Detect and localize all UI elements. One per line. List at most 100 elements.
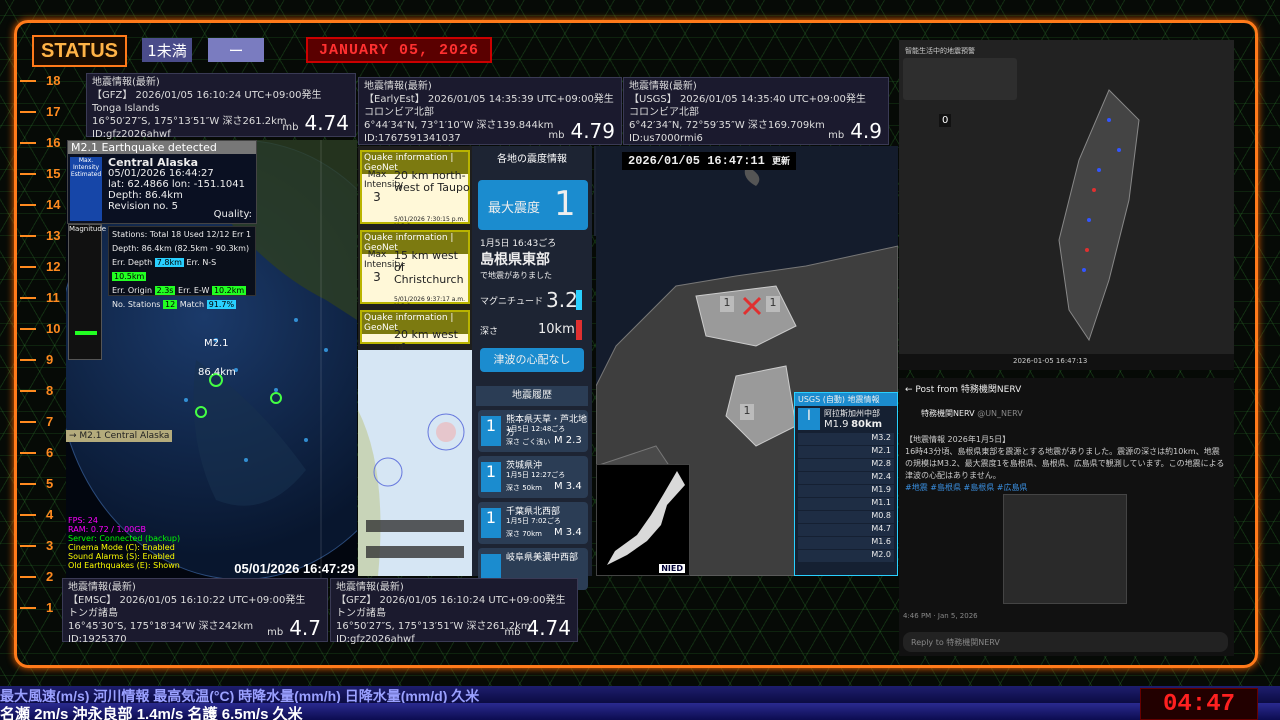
history-mag: M 3.4: [554, 527, 582, 538]
history-depth: 深さ ごく浅い: [506, 438, 551, 446]
usgs-row[interactable]: M1.1: [798, 498, 894, 510]
history-time: 1月5日 12:48ごろ: [506, 425, 566, 433]
ruler-tick-label: 17: [46, 104, 61, 119]
japan-outline: [607, 471, 685, 565]
alert-details: Central Alaska 05/01/2026 16:44:27 lat: …: [108, 156, 246, 212]
quake-mag: mb 4.79: [548, 119, 615, 143]
ruler-tick-label: 15: [46, 166, 61, 181]
ruler-tick-label: 14: [46, 197, 61, 212]
ruler-tick-mark: [20, 607, 36, 609]
history-title: 地震履歴: [476, 386, 588, 406]
usgs-intensity: I: [798, 408, 820, 430]
tw-time: 2026-01-05 16:47:13: [899, 354, 1234, 370]
tsunami-notice: 津波の心配なし: [480, 348, 584, 372]
date-display: JANUARY 05, 2026: [306, 37, 492, 63]
ruler-tick-mark: [20, 576, 36, 578]
taiwan-map[interactable]: [1039, 80, 1159, 360]
quake-time: 1月5日 16:43ごろ: [480, 239, 557, 249]
usgs-row[interactable]: M2.1: [798, 446, 894, 458]
history-time: 1月5日 12:27ごろ: [506, 471, 566, 479]
jp-intensity-panel: 各地の震度情報 最大震度 1 1月5日 16:43ごろ 島根県東部 で地震があり…: [472, 146, 592, 590]
tw-count: 0: [939, 114, 952, 127]
ruler-tick-label: 13: [46, 228, 61, 243]
quake-mag: mb 4.7: [267, 616, 321, 640]
quake-source: 【GFZ】 2026/01/05 16:10:24 UTC+09:00発生: [92, 90, 322, 101]
quake-box-earlyest: 地震情報(最新) 【EarlyEst】 2026/01/05 14:35:39 …: [358, 77, 622, 145]
status-label: STATUS: [32, 35, 127, 67]
history-intensity: 1: [481, 508, 501, 538]
quake-box-gfz-bottom: 地震情報(最新) 【GFZ】 2026/01/05 16:10:24 UTC+0…: [330, 578, 578, 645]
globe-timestamp: 05/01/2026 16:47:29: [234, 561, 355, 576]
reply-input[interactable]: Reply to 特務機関NERV: [903, 632, 1228, 652]
geonet-card[interactable]: Quake information | GeoNet 20 km west of: [360, 310, 470, 354]
ruler-tick-label: 7: [46, 414, 54, 429]
geonet-card[interactable]: Quake information | GeoNet Max Intensity…: [360, 230, 470, 310]
jp-panel-title: 各地の震度情報: [497, 154, 567, 165]
ruler-tick-label: 18: [46, 73, 61, 88]
post-time: 4:46 PM · Jan 5, 2026: [903, 612, 978, 620]
quake-title: 地震情報(最新): [629, 81, 697, 92]
usgs-row[interactable]: M3.2: [798, 433, 894, 445]
clock: 04:47: [1140, 688, 1258, 720]
ruler-tick-mark: [20, 545, 36, 547]
usgs-row[interactable]: M2.8: [798, 459, 894, 471]
usgs-title: USGS (自動) 地震情報: [795, 393, 897, 406]
ruler-tick-mark: [20, 390, 36, 392]
history-intensity: 1: [481, 462, 501, 492]
intensity-marker: 1: [720, 296, 734, 312]
history-item[interactable]: 1 熊本県天草・芦北地方 1月5日 12:48ごろ 深さ ごく浅い M 2.3: [478, 410, 588, 452]
ruler-tick-mark: [20, 173, 36, 175]
ruler-tick-label: 12: [46, 259, 61, 274]
alert-header: M2.1 Earthquake detected: [68, 141, 256, 154]
geonet-map[interactable]: [358, 350, 472, 576]
sys-stats: FPS: 24 RAM: 0.72 / 1.00GB Server: Conne…: [68, 516, 181, 570]
quake-mag: mb 4.9: [828, 119, 882, 143]
ruler-tick-mark: [20, 483, 36, 485]
ruler-tick-label: 11: [46, 290, 60, 305]
max-intensity-card: 最大震度 1: [478, 180, 588, 230]
ruler-tick-mark: [20, 514, 36, 516]
back-button[interactable]: ← Post from 特務機関NERV: [899, 378, 1234, 399]
history-item[interactable]: 1 千葉県北西部 1月5日 7:02ごろ 深さ 70km M 3.4: [478, 502, 588, 544]
geonet-card[interactable]: Quake information | GeoNet Max Intensity…: [360, 150, 470, 230]
ruler-tick-mark: [20, 452, 36, 454]
depth-value: 10km: [538, 322, 575, 337]
post-body: 【地震情報 2026年1月5日】 16時43分頃、島根県東部を震源とする地震があ…: [905, 435, 1225, 492]
ruler-tick-mark: [20, 111, 36, 113]
history-time: 1月5日 7:02ごろ: [506, 517, 561, 525]
quake-source: 【USGS】 2026/01/05 14:35:40 UTC+09:00発生: [629, 94, 866, 105]
history-item[interactable]: 1 茨城県沖 1月5日 12:27ごろ 深さ 50km M 3.4: [478, 456, 588, 498]
depth-bar: [576, 320, 582, 340]
history-intensity: 1: [481, 416, 501, 446]
quake-source: 【EarlyEst】 2026/01/05 14:35:39 UTC+09:00…: [364, 94, 614, 105]
jp-inset-map[interactable]: NIED: [596, 464, 690, 576]
ruler-tick-mark: [20, 297, 36, 299]
usgs-row[interactable]: M2.4: [798, 472, 894, 484]
ruler-tick-mark: [20, 266, 36, 268]
taiwan-panel: 智能生活中的地震預警 0 2026-01-05 16:47:13: [899, 40, 1234, 370]
intensity-badge: 1未満: [142, 38, 192, 62]
intensity-marker: 1: [740, 404, 754, 420]
usgs-row[interactable]: M2.0: [798, 550, 894, 562]
alaska-footer-label: → M2.1 Central Alaska: [66, 430, 173, 442]
usgs-row[interactable]: M4.7: [798, 524, 894, 536]
usgs-row[interactable]: M0.8: [798, 511, 894, 523]
post-image[interactable]: [1003, 494, 1127, 604]
history-mag: M 3.4: [554, 481, 582, 492]
quake-box-emsc: 地震情報(最新) 【EMSC】 2026/01/05 16:10:22 UTC+…: [62, 578, 328, 645]
quake-box-gfz: 地震情報(最新) 【GFZ】 2026/01/05 16:10:24 UTC+0…: [86, 73, 356, 140]
history-mag: M 2.3: [554, 435, 582, 446]
quake-mag: mb 4.74: [282, 111, 349, 135]
ticker-values: 名瀬 2m/s 沖永良部 1.4m/s 名護 6.5m/s 久米: [0, 703, 1280, 720]
post-author[interactable]: 特務機関NERV @UN_NERV: [921, 408, 1023, 419]
quality: Quality:: [213, 209, 252, 220]
usgs-row[interactable]: M1.9: [798, 485, 894, 497]
map-mag-label: M2.1: [204, 338, 229, 349]
usgs-row[interactable]: M1.6: [798, 537, 894, 549]
ruler-tick-label: 9: [46, 352, 54, 367]
usgs-list: M3.2 M2.1 M2.8 M2.4 M1.9 M1.1 M0.8 M4.7 M1.6 M2.0: [795, 433, 897, 562]
station-stats: Stations: Total 18 Used 12/12 Err 1 Dept…: [108, 226, 256, 309]
pacific-map: [358, 410, 465, 576]
map-depth-label: 86.4km: [198, 367, 236, 378]
quake-region: 島根県東部: [480, 252, 550, 268]
